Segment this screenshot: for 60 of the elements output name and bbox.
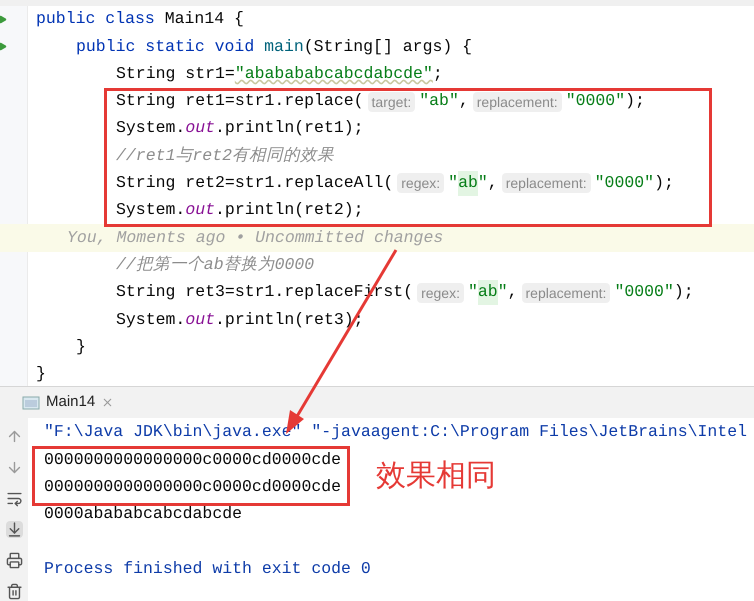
code-token: " — [498, 281, 508, 304]
code-token: "ababababcabcdabcde" — [234, 62, 433, 85]
code-token: .println(ret2); — [215, 199, 364, 222]
parameter-hint: replacement: — [472, 92, 562, 112]
code-token: " — [478, 172, 488, 194]
annotation-label: 效果相同 — [376, 458, 496, 494]
parameter-hint: target: — [368, 92, 416, 112]
scroll-to-end-icon[interactable] — [6, 521, 22, 538]
console-line: Process finished with exit code 0 — [44, 558, 371, 580]
code-token: out — [185, 308, 216, 331]
console-line: 0000000000000000c0000cd0000cde — [44, 476, 342, 498]
code-token: " — [448, 172, 458, 194]
code-token: "0000" — [594, 172, 654, 194]
code-token: , — [508, 281, 518, 304]
console-icon — [22, 396, 40, 410]
run-tab[interactable]: Main14 — [20, 387, 116, 418]
code-token: , — [488, 172, 498, 194]
code-token: main — [263, 36, 304, 58]
code-token: System. — [116, 117, 186, 140]
code-token: } — [75, 336, 86, 358]
code-token: } — [35, 363, 46, 386]
console-line: 0000000000000000c0000cd0000cde — [44, 448, 342, 471]
code-token: ab — [478, 280, 498, 305]
code-token: You, Moments ago • Uncommitted changes — [67, 226, 444, 249]
code-token: ); — [654, 172, 674, 194]
code-token: ; — [432, 62, 443, 85]
parameter-hint: replacement: — [502, 173, 591, 194]
close-icon[interactable] — [101, 396, 114, 409]
soft-wrap-icon[interactable] — [6, 490, 22, 507]
code-token: out — [185, 117, 216, 140]
parameter-hint: regex: — [417, 282, 464, 303]
code-token: "0000" — [614, 281, 674, 304]
code-token: ); — [625, 90, 645, 112]
code-token: " — [468, 281, 478, 304]
code-token: System. — [116, 199, 186, 222]
code-token: String ret2=str1.replaceAll( — [116, 172, 394, 194]
code-token: out — [185, 199, 216, 222]
code-token: System. — [116, 308, 186, 331]
code-token: .println(ret1); — [215, 117, 364, 140]
run-icon[interactable] — [0, 42, 7, 52]
parameter-hint: replacement: — [522, 282, 610, 303]
code-token: (String[] args) { — [304, 36, 472, 58]
code-token: String ret1=str1.replace( — [116, 90, 364, 112]
code-comment: //把第一个ab替换为0000 — [116, 254, 314, 276]
code-token: "0000" — [566, 90, 626, 112]
parameter-hint: regex: — [397, 173, 444, 194]
console-line: "F:\Java JDK\bin\java.exe" "-javaagent:C:\Program Files\JetBrains\Intel — [44, 421, 748, 444]
print-icon[interactable] — [6, 552, 22, 569]
code-token: public class — [36, 8, 155, 30]
code-token: "ab" — [419, 90, 459, 112]
code-token: ); — [674, 281, 694, 304]
console-line: 0000abababcabcdabcde — [44, 503, 242, 526]
code-comment: //ret1与ret2有相同的效果 — [116, 144, 334, 167]
code-token: ab — [458, 171, 478, 196]
trash-icon[interactable] — [6, 583, 22, 600]
code-token: public static void — [76, 36, 254, 58]
code-token: String str1= — [116, 62, 235, 85]
code-token: , — [458, 90, 469, 112]
run-icon[interactable] — [0, 15, 7, 24]
code-token: Main14 { — [164, 8, 244, 30]
